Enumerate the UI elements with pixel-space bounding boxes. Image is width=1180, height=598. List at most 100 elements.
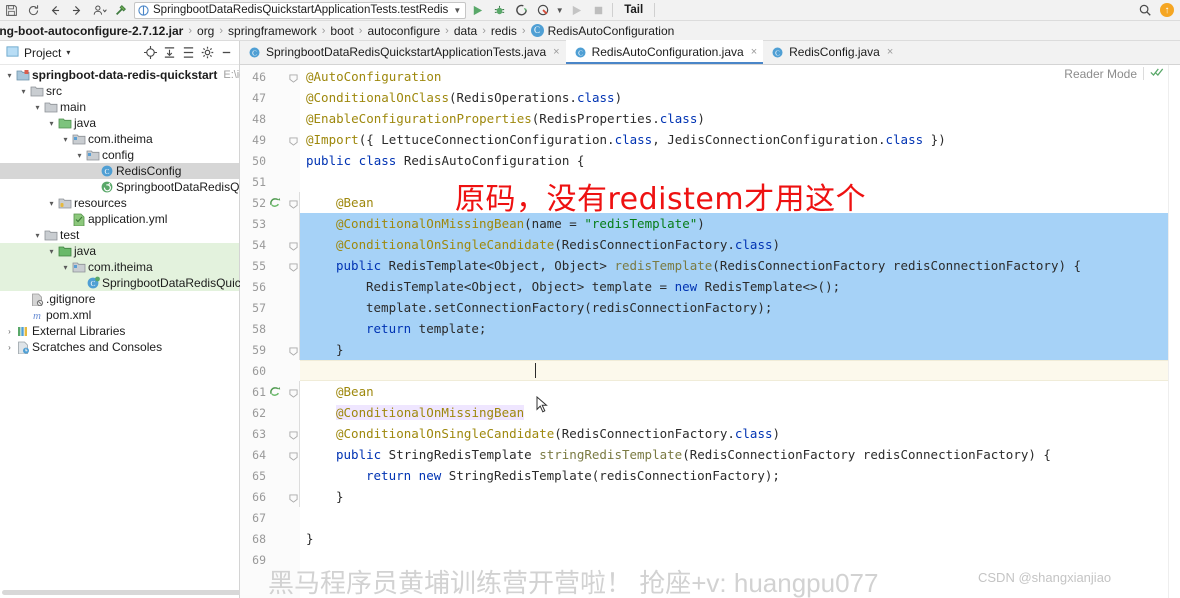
code-line[interactable]: @Bean: [300, 381, 1180, 402]
code-line[interactable]: public StringRedisTemplate stringRedisTe…: [300, 444, 1180, 465]
run-configuration-selector[interactable]: SpringbootDataRedisQuickstartApplication…: [134, 1, 467, 19]
code-fold-icon[interactable]: [289, 72, 298, 86]
code-fold-icon[interactable]: [289, 492, 298, 506]
code-line[interactable]: }: [300, 486, 1180, 507]
gutter-icon-area[interactable]: [266, 255, 300, 276]
back-arrow-icon[interactable]: [44, 1, 66, 20]
close-icon[interactable]: ×: [751, 46, 757, 58]
code-line[interactable]: @AutoConfiguration: [300, 66, 1180, 87]
gutter-icon-area[interactable]: [266, 192, 300, 213]
gutter-icon-area[interactable]: [266, 444, 300, 465]
gutter-icon-area[interactable]: [266, 66, 300, 87]
save-icon[interactable]: [0, 1, 22, 20]
tree-item-external-libraries[interactable]: › External Libraries: [0, 323, 239, 339]
editor-scrollbar-minimap[interactable]: [1168, 65, 1180, 598]
expand-all-icon[interactable]: [180, 44, 197, 61]
spring-bean-gutter-icon[interactable]: [269, 196, 282, 212]
chevron-down-icon[interactable]: ▾: [66, 48, 70, 57]
gutter-line[interactable]: 49: [240, 129, 300, 150]
gutter-line[interactable]: 50: [240, 150, 300, 171]
gutter-icon-area[interactable]: [266, 486, 300, 507]
editor-code-lines[interactable]: @AutoConfiguration @ConditionalOnClass(Re…: [300, 65, 1180, 598]
gutter-line[interactable]: 52: [240, 192, 300, 213]
code-line[interactable]: @ConditionalOnClass(RedisOperations.clas…: [300, 87, 1180, 108]
search-everywhere-icon[interactable]: [1134, 1, 1156, 20]
editor-gutter[interactable]: 46 47 48 49 50 51 52 53 54 55 56 57 58 59 60 61 62 63 64 65…: [240, 65, 300, 598]
tree-twisty-icon[interactable]: ▾: [74, 151, 85, 160]
tree-item-java[interactable]: ▾ java: [0, 243, 239, 259]
gutter-line[interactable]: 47: [240, 87, 300, 108]
tree-twisty-icon[interactable]: ▾: [32, 231, 43, 240]
breadcrumb-item-redis[interactable]: redis: [491, 24, 517, 38]
collapse-all-icon[interactable]: [161, 44, 178, 61]
code-line[interactable]: public class RedisAutoConfiguration {: [300, 150, 1180, 171]
editor-tab-redisconfig[interactable]: C RedisConfig.java ×: [763, 40, 899, 64]
tree-twisty-icon[interactable]: ▾: [32, 103, 43, 112]
hide-panel-icon[interactable]: [218, 44, 235, 61]
code-fold-icon[interactable]: [289, 240, 298, 254]
gutter-icon-area[interactable]: [266, 129, 300, 150]
tree-twisty-icon[interactable]: ▾: [60, 263, 71, 272]
gutter-line[interactable]: 59: [240, 339, 300, 360]
build-hammer-icon[interactable]: [110, 1, 132, 20]
project-tree[interactable]: ▾springboot-data-redis-quickstartE:\idea…: [0, 65, 278, 355]
gutter-icon-area[interactable]: [266, 150, 300, 171]
tree-item-gitignore[interactable]: .gitignore: [0, 291, 239, 307]
run-button[interactable]: [466, 1, 488, 20]
code-line[interactable]: RedisTemplate<Object, Object> template =…: [300, 276, 1180, 297]
tree-twisty-icon[interactable]: ▾: [60, 135, 71, 144]
run-with-coverage-button[interactable]: [510, 1, 532, 20]
code-fold-icon[interactable]: [289, 345, 298, 359]
gutter-line[interactable]: 58: [240, 318, 300, 339]
double-check-icon[interactable]: [1150, 66, 1164, 81]
breadcrumb-item-autoconfigure[interactable]: autoconfigure: [367, 24, 440, 38]
code-line[interactable]: public RedisTemplate<Object, Object> red…: [300, 255, 1180, 276]
gutter-icon-area[interactable]: [266, 108, 300, 129]
gutter-icon-area[interactable]: [266, 276, 300, 297]
tail-button[interactable]: Tail: [616, 1, 651, 20]
gutter-icon-area[interactable]: [266, 297, 300, 318]
tree-item-java[interactable]: ▾ java: [0, 115, 239, 131]
tree-twisty-icon[interactable]: ▾: [46, 119, 57, 128]
gutter-line[interactable]: 57: [240, 297, 300, 318]
code-fold-icon[interactable]: [289, 261, 298, 275]
code-fold-icon[interactable]: [289, 450, 298, 464]
breadcrumb-item-class[interactable]: C RedisAutoConfiguration: [530, 24, 674, 38]
gutter-line[interactable]: 68: [240, 528, 300, 549]
reader-mode-indicator[interactable]: Reader Mode: [1064, 66, 1164, 81]
gutter-line[interactable]: 67: [240, 507, 300, 528]
gutter-icon-area[interactable]: [266, 423, 300, 444]
gutter-line[interactable]: 62: [240, 402, 300, 423]
gutter-line[interactable]: 51: [240, 171, 300, 192]
code-line[interactable]: }: [300, 528, 1180, 549]
tree-item-test[interactable]: ▾ test: [0, 227, 239, 243]
profiler-button[interactable]: [532, 1, 554, 20]
gutter-line[interactable]: 64: [240, 444, 300, 465]
code-line[interactable]: @ConditionalOnSingleCandidate(RedisConne…: [300, 423, 1180, 444]
tree-item-main[interactable]: ▾ main: [0, 99, 239, 115]
ide-update-badge[interactable]: ↑: [1160, 3, 1174, 17]
gutter-icon-area[interactable]: [266, 171, 300, 192]
gutter-icon-area[interactable]: [266, 87, 300, 108]
gutter-line[interactable]: 63: [240, 423, 300, 444]
tree-twisty-icon[interactable]: ›: [4, 327, 15, 336]
gutter-icon-area[interactable]: [266, 402, 300, 423]
gutter-line[interactable]: 53: [240, 213, 300, 234]
tree-item-application-yml[interactable]: application.yml: [0, 211, 239, 227]
breadcrumb-item-jar[interactable]: ing-boot-autoconfigure-2.7.12.jar: [0, 24, 183, 38]
code-line[interactable]: }: [300, 339, 1180, 360]
code-line[interactable]: @ConditionalOnSingleCandidate(RedisConne…: [300, 234, 1180, 255]
gutter-icon-area[interactable]: [266, 318, 300, 339]
tree-twisty-icon[interactable]: ▾: [4, 71, 15, 80]
tree-item-config[interactable]: ▾ config: [0, 147, 239, 163]
gutter-line[interactable]: 54: [240, 234, 300, 255]
code-editor[interactable]: 46 47 48 49 50 51 52 53 54 55 56 57 58 59 60 61 62 63 64 65…: [240, 65, 1180, 598]
tree-twisty-icon[interactable]: ▾: [46, 247, 57, 256]
code-fold-icon[interactable]: [289, 429, 298, 443]
gutter-icon-area[interactable]: [266, 528, 300, 549]
code-line[interactable]: @ConditionalOnMissingBean: [300, 402, 1180, 423]
code-fold-icon[interactable]: [289, 135, 298, 149]
breadcrumb-item-springframework[interactable]: springframework: [228, 24, 317, 38]
gutter-line[interactable]: 55: [240, 255, 300, 276]
gutter-line[interactable]: 65: [240, 465, 300, 486]
